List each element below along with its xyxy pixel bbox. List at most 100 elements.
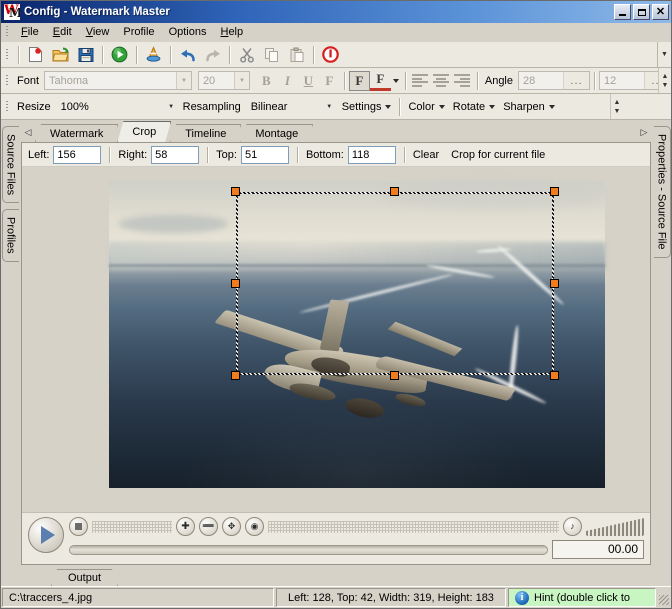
menu-file[interactable]: File xyxy=(14,24,46,40)
settings-label: Settings xyxy=(342,101,382,113)
font-color-button[interactable]: F xyxy=(370,71,391,91)
play-icon xyxy=(41,526,55,544)
crop-handle-se[interactable] xyxy=(550,371,559,380)
crop-left-input[interactable]: 156 xyxy=(53,146,101,164)
paste-icon[interactable] xyxy=(285,44,308,66)
angle-browse-button[interactable]: ... xyxy=(563,72,589,89)
close-button[interactable]: ✕ xyxy=(652,4,669,20)
source-image[interactable] xyxy=(109,181,605,488)
menu-help[interactable]: Help xyxy=(213,24,250,40)
toolbar-overflow-button[interactable]: ▼ xyxy=(657,42,671,67)
save-icon[interactable] xyxy=(74,44,97,66)
minimize-button[interactable] xyxy=(614,4,631,20)
sharpen-menu-button[interactable]: Sharpen xyxy=(499,97,559,117)
chevron-down-icon xyxy=(393,79,399,83)
crop-clear-button[interactable]: Clear xyxy=(413,149,439,161)
align-left-button[interactable] xyxy=(410,71,431,91)
menu-options[interactable]: Options xyxy=(162,24,214,40)
crop-handle-e[interactable] xyxy=(550,279,559,288)
angle-label: Angle xyxy=(482,75,518,87)
sidebar-item-source-files[interactable]: Source Files xyxy=(2,126,19,203)
font-family-combo[interactable]: Tahoma ▼ xyxy=(44,71,192,90)
tab-timeline[interactable]: Timeline xyxy=(170,124,241,142)
tab-montage[interactable]: Montage xyxy=(240,124,313,142)
status-file-path: C:\traccers_4.jpg xyxy=(2,588,274,607)
resampling-combo[interactable]: Bilinear ▼ xyxy=(246,97,338,116)
angle-field[interactable]: 28 ... xyxy=(518,71,590,90)
actual-size-button[interactable]: ◉ xyxy=(245,517,264,536)
align-right-button[interactable] xyxy=(452,71,473,91)
cut-icon[interactable] xyxy=(235,44,258,66)
separator xyxy=(207,147,208,163)
undo-icon[interactable] xyxy=(176,44,199,66)
image-canvas[interactable] xyxy=(22,167,650,512)
wizard-cone-icon[interactable] xyxy=(142,44,165,66)
tab-crop[interactable]: Crop xyxy=(117,121,171,142)
stop-icon[interactable] xyxy=(319,44,342,66)
zoom-in-button[interactable]: ✚ xyxy=(176,517,195,536)
seek-slider[interactable] xyxy=(69,545,548,555)
crop-handle-s[interactable] xyxy=(390,371,399,380)
tab-output[interactable]: Output xyxy=(51,569,118,586)
crop-handle-nw[interactable] xyxy=(231,187,240,196)
font-toolbar: Font Tahoma ▼ 20 ▼ B I U F F F xyxy=(1,68,671,94)
maximize-button[interactable] xyxy=(633,4,650,20)
image-toolbar-grip[interactable] xyxy=(4,99,12,115)
crop-bottom-input[interactable]: 118 xyxy=(348,146,396,164)
font-color-dropdown[interactable] xyxy=(391,71,401,91)
redo-icon[interactable] xyxy=(201,44,224,66)
copy-icon[interactable] xyxy=(260,44,283,66)
stop-button[interactable] xyxy=(69,517,88,536)
main-toolbar-grip[interactable] xyxy=(4,47,12,63)
color-menu-button[interactable]: Color xyxy=(404,97,448,117)
chevron-down-icon xyxy=(549,105,555,109)
crop-handle-ne[interactable] xyxy=(550,187,559,196)
toolbar-separator xyxy=(229,46,230,64)
volume-slider[interactable] xyxy=(586,517,644,536)
status-hint-panel[interactable]: i Hint (double click to xyxy=(508,588,656,607)
menu-file-label: ile xyxy=(28,26,39,38)
menu-view[interactable]: View xyxy=(79,24,117,40)
audio-button[interactable]: ♪ xyxy=(563,517,582,536)
crop-top-input[interactable]: 51 xyxy=(241,146,289,164)
fit-icon: ✥ xyxy=(228,522,236,531)
tab-scroll-right-button[interactable]: ▷ xyxy=(637,122,651,142)
font-toolbar-grip[interactable] xyxy=(4,73,12,89)
chevron-down-icon: ▼ xyxy=(661,52,668,58)
font-size-combo[interactable]: 20 ▼ xyxy=(198,71,250,90)
tab-watermark[interactable]: Watermark xyxy=(35,124,118,142)
crop-handle-sw[interactable] xyxy=(231,371,240,380)
menu-edit[interactable]: Edit xyxy=(46,24,79,40)
font-toolbar-expand-button[interactable]: ▲ ▼ xyxy=(658,68,671,93)
crop-right-input[interactable]: 58 xyxy=(151,146,199,164)
align-center-button[interactable] xyxy=(431,71,452,91)
resize-value: 100% xyxy=(57,101,164,113)
menu-grip[interactable] xyxy=(4,24,12,40)
menu-profile[interactable]: Profile xyxy=(116,24,161,40)
rotate-menu-button[interactable]: Rotate xyxy=(449,97,499,117)
info-icon: i xyxy=(515,591,529,605)
fill-color-button[interactable]: F xyxy=(349,71,370,91)
crop-handle-w[interactable] xyxy=(231,279,240,288)
run-icon[interactable] xyxy=(108,44,131,66)
settings-menu-button[interactable]: Settings xyxy=(338,97,396,117)
zoom-out-button[interactable]: ➖ xyxy=(199,517,218,536)
fit-to-window-button[interactable]: ✥ xyxy=(222,517,241,536)
strikeout-button[interactable]: F xyxy=(319,71,340,91)
tab-scroll-left-button[interactable]: ◁ xyxy=(21,122,35,142)
italic-button[interactable]: I xyxy=(277,71,298,91)
underline-button[interactable]: U xyxy=(298,71,319,91)
sidebar-item-properties-source-file[interactable]: Properties - Source File xyxy=(654,126,671,258)
play-button[interactable] xyxy=(28,517,64,553)
crop-handle-n[interactable] xyxy=(390,187,399,196)
bold-button[interactable]: B xyxy=(256,71,277,91)
crop-selection[interactable] xyxy=(236,192,554,375)
image-toolbar-expand-button[interactable]: ▲ ▼ xyxy=(610,94,623,119)
menu-bar: File Edit View Profile Options Help xyxy=(1,23,671,42)
sidebar-item-profiles[interactable]: Profiles xyxy=(2,209,19,262)
resize-combo[interactable]: 100% ▼ xyxy=(56,97,180,116)
open-folder-icon[interactable] xyxy=(49,44,72,66)
new-icon[interactable] xyxy=(24,44,47,66)
crop-top-label: Top: xyxy=(216,149,237,161)
resize-grip[interactable] xyxy=(657,588,671,607)
